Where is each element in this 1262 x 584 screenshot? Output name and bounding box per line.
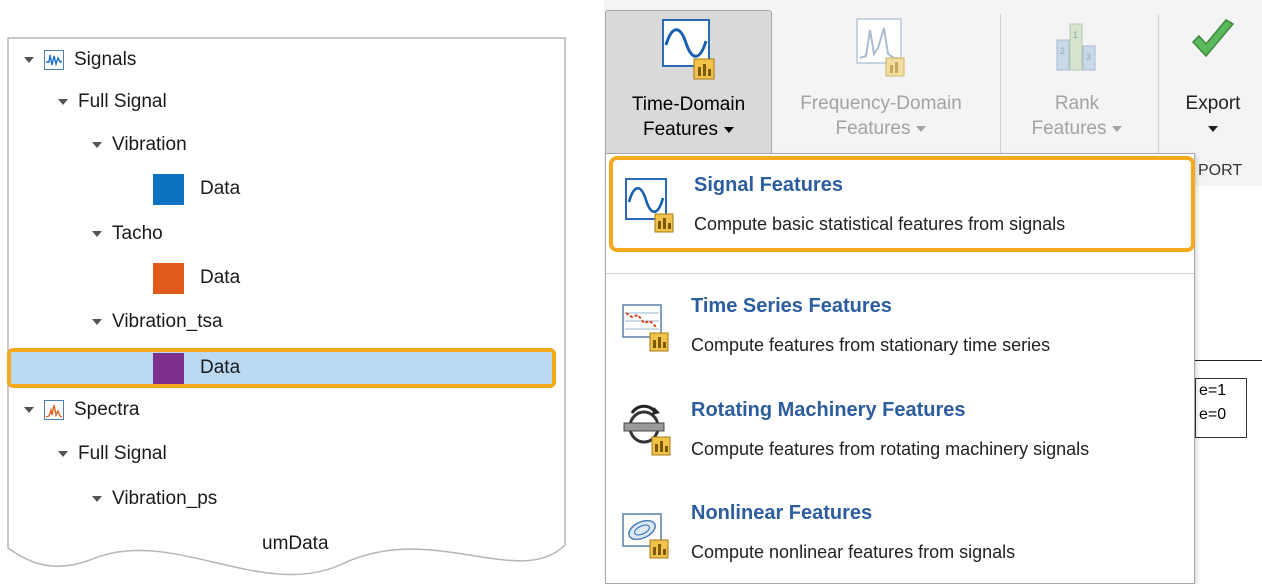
button-label-line1: Export	[1185, 93, 1241, 114]
expand-caret-icon[interactable]	[92, 496, 102, 502]
tree-item-label: Full Signal	[78, 91, 167, 112]
nonlinear-features-icon	[622, 513, 669, 559]
tree-item-label: Data	[200, 267, 241, 288]
menu-divider	[606, 273, 1194, 274]
rank-icon: 21 3	[1056, 23, 1096, 71]
tree-item-vibration-tsa[interactable]: Vibration_tsa	[92, 302, 223, 342]
rank-features-button[interactable]: 21 3 Rank Features	[1006, 10, 1148, 156]
tree-item-label: Spectra	[74, 399, 140, 420]
tree-item-label: Signals	[74, 49, 137, 70]
button-label-line1: Rank	[1054, 93, 1100, 114]
rotating-machinery-icon	[623, 404, 671, 456]
dropdown-arrow-icon	[1112, 125, 1123, 132]
expand-caret-icon[interactable]	[58, 451, 68, 457]
checkmark-icon	[1191, 19, 1235, 58]
tree-item-spectra[interactable]: Spectra	[24, 390, 139, 430]
frequency-domain-icon	[856, 18, 905, 77]
tree-item-label: Vibration	[112, 134, 187, 155]
svg-text:2: 2	[1060, 46, 1065, 56]
time-domain-features-button[interactable]: Time-Domain Features	[605, 10, 772, 156]
button-label-line2: Features	[1031, 118, 1107, 139]
expand-caret-icon[interactable]	[92, 231, 102, 237]
tree-item-vibration[interactable]: Vibration	[92, 125, 187, 165]
expand-caret-icon[interactable]	[24, 57, 34, 63]
button-label-line2: Features	[643, 119, 718, 140]
tree-item-label: Data	[200, 178, 241, 199]
toolstrip-separator	[1158, 14, 1159, 154]
signal-features-icon	[625, 178, 674, 233]
selected-row-highlight	[7, 348, 556, 388]
tree-item-label: Tacho	[112, 223, 163, 244]
toolstrip-separator	[1000, 14, 1001, 154]
menu-item-description: Compute features from stationary time se…	[691, 335, 1051, 355]
menu-item-nonlinear-features[interactable]: Nonlinear Features Compute nonlinear fea…	[606, 484, 1196, 580]
time-series-features-icon	[622, 304, 669, 352]
tree-item-vibration-tsa-data[interactable]: Data	[153, 348, 240, 388]
tree-item-spectra-full-signal[interactable]: Full Signal	[58, 434, 167, 474]
button-label-line1: Frequency-Domain	[800, 93, 962, 114]
expand-caret-icon[interactable]	[92, 142, 102, 148]
menu-item-description: Compute features from rotating machinery…	[691, 439, 1090, 459]
export-section-label: PORT	[1198, 162, 1243, 179]
button-label-line1: Time-Domain	[631, 94, 746, 115]
menu-item-title: Rotating Machinery Features	[691, 399, 966, 421]
tree-item-spectrum-data[interactable]: umData	[262, 524, 329, 564]
menu-item-title: Signal Features	[694, 174, 843, 196]
menu-item-description: Compute nonlinear features from signals	[691, 542, 1016, 562]
svg-text:1: 1	[1073, 30, 1078, 40]
dropdown-arrow-icon	[723, 126, 734, 133]
dropdown-arrow-icon	[1208, 125, 1218, 132]
plot-legend: e=1 e=0	[1195, 378, 1247, 438]
tree-item-label: umData	[262, 533, 329, 554]
tree-item-tacho-data[interactable]: Data	[153, 258, 240, 298]
tree-item-full-signal[interactable]: Full Signal	[58, 82, 167, 122]
menu-item-signal-features[interactable]: Signal Features Compute basic statistica…	[609, 156, 1195, 252]
tree-item-signals[interactable]: Signals	[24, 40, 136, 80]
menu-item-description: Compute basic statistical features from …	[694, 214, 1066, 234]
signals-icon	[44, 50, 64, 70]
tree-item-tacho[interactable]: Tacho	[92, 214, 163, 254]
spectra-icon	[44, 400, 64, 420]
frequency-domain-features-button[interactable]: Frequency-Domain Features	[776, 10, 986, 156]
tree-item-label: Vibration_ps	[112, 488, 218, 509]
tree-item-label: Full Signal	[78, 443, 167, 464]
menu-item-rotating-machinery-features[interactable]: Rotating Machinery Features Compute feat…	[606, 381, 1196, 477]
svg-text:3: 3	[1086, 52, 1091, 62]
data-color-swatch	[153, 262, 184, 294]
menu-item-time-series-features[interactable]: Time Series Features Compute features fr…	[606, 277, 1196, 373]
data-color-swatch	[153, 173, 184, 205]
export-button[interactable]: Export	[1166, 10, 1260, 156]
expand-caret-icon[interactable]	[92, 319, 102, 325]
expand-caret-icon[interactable]	[24, 407, 34, 413]
expand-caret-icon[interactable]	[58, 99, 68, 105]
legend-entry: e=0	[1199, 406, 1227, 423]
menu-item-title: Nonlinear Features	[691, 502, 873, 524]
time-domain-features-menu: Signal Features Compute basic statistica…	[605, 153, 1195, 584]
tree-item-label: Vibration_tsa	[112, 311, 223, 332]
data-color-swatch	[153, 352, 184, 384]
plot-axis-line	[1195, 360, 1262, 361]
dropdown-arrow-icon	[916, 125, 927, 132]
legend-entry: e=1	[1199, 382, 1227, 399]
tree-item-vibration-ps[interactable]: Vibration_ps	[92, 479, 217, 519]
button-label-line2: Features	[835, 118, 911, 139]
time-domain-icon	[661, 19, 714, 80]
menu-item-title: Time Series Features	[691, 295, 892, 317]
signal-tree-panel: Signals Full Signal Vibration Data Tacho…	[0, 0, 580, 584]
tree-item-label: Data	[200, 357, 241, 378]
tree-item-vibration-data[interactable]: Data	[153, 169, 240, 209]
